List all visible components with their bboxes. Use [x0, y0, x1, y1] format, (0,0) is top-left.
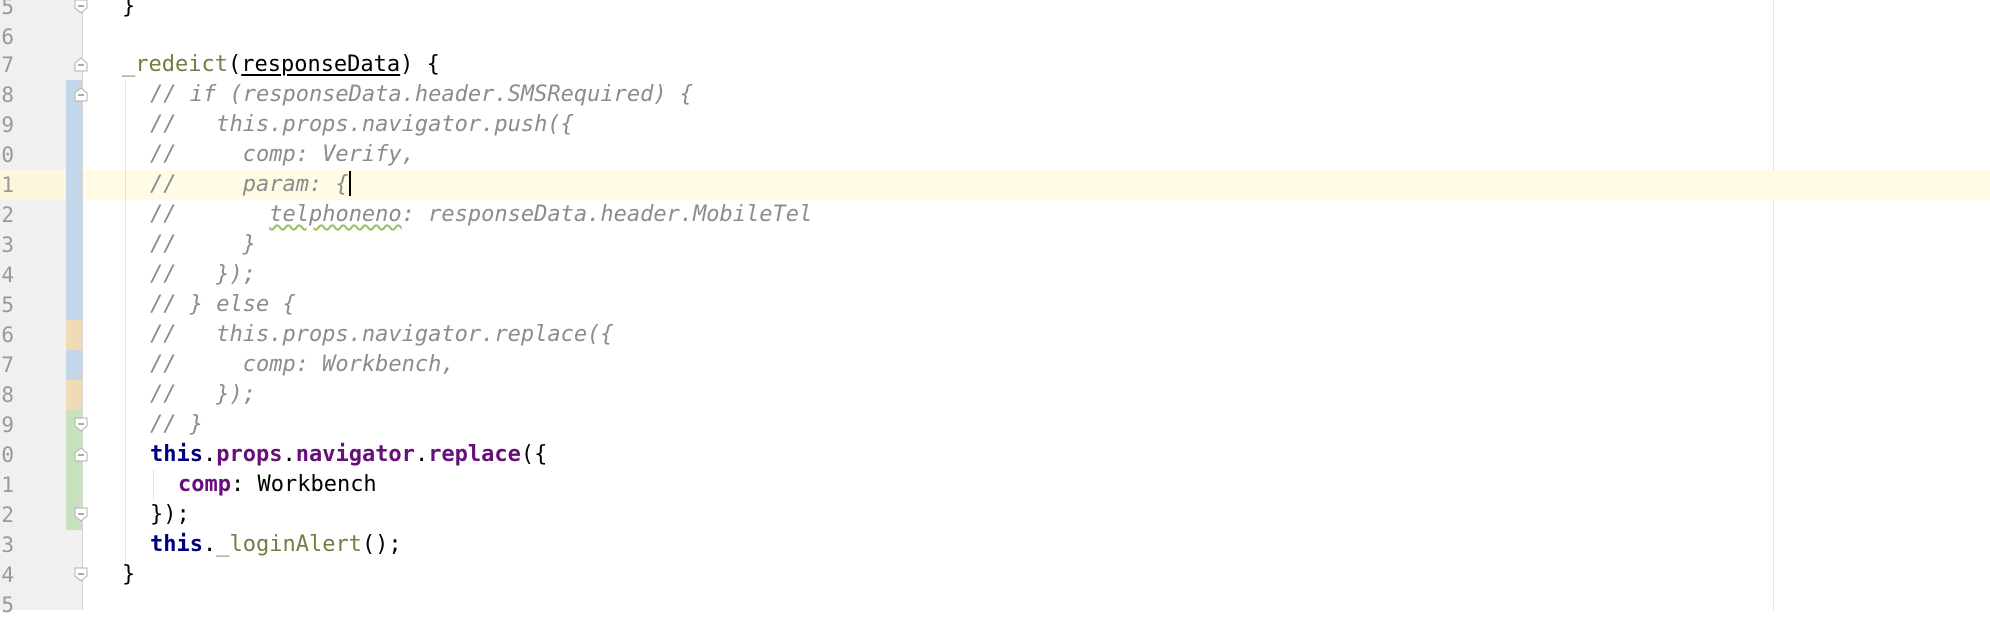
change-marker-modified[interactable]	[66, 170, 82, 200]
line-number: 5	[1, 593, 14, 617]
fold-start-icon[interactable]	[74, 447, 88, 462]
line-number: 6	[1, 323, 14, 347]
code-line: 8 // });	[0, 380, 1990, 410]
parameter-name: responseData	[241, 52, 401, 77]
comment-text: // }	[150, 232, 256, 257]
method-call: _loginAlert	[216, 532, 362, 557]
line-number: 4	[1, 263, 14, 287]
comment-text: // comp: Workbench,	[150, 352, 455, 377]
code-line: 6 // this.props.navigator.replace({	[0, 320, 1990, 350]
line-number: 6	[1, 25, 14, 49]
line-number: 4	[1, 563, 14, 587]
comment-text: // this.props.navigator.replace({	[150, 322, 614, 347]
code-line: 1 comp: Workbench	[0, 470, 1990, 500]
line-number: 9	[1, 413, 14, 437]
code-text: comp: Workbench	[178, 472, 377, 497]
code-text: this._loginAlert();	[150, 532, 402, 557]
code-text: _redeict(responseData) {	[122, 52, 440, 77]
fold-end-icon[interactable]	[74, 417, 88, 432]
comment-text: // }	[150, 412, 203, 437]
line-number: 5	[1, 0, 14, 19]
line-number: 8	[1, 83, 14, 107]
code-line: 0 // comp: Verify,	[0, 140, 1990, 170]
comment-text: // if (responseData.header.SMSRequired) …	[150, 82, 694, 107]
comment-text: // comp: Verify,	[150, 142, 415, 167]
code-line: 5 }	[0, 0, 1990, 22]
line-number: 3	[1, 533, 14, 557]
line-number: 1	[1, 173, 14, 197]
code-line: 9 // }	[0, 410, 1990, 440]
code-line: 5	[0, 590, 1990, 620]
code-line: 4 // });	[0, 260, 1990, 290]
code-line-current: 1 // param: {	[0, 170, 1990, 200]
change-marker-tan[interactable]	[66, 320, 82, 350]
change-marker-modified[interactable]	[66, 110, 82, 140]
comment-text: // });	[150, 262, 256, 287]
line-number: 7	[1, 353, 14, 377]
change-marker-modified[interactable]	[66, 200, 82, 230]
code-line: 9 // this.props.navigator.push({	[0, 110, 1990, 140]
line-number: 5	[1, 293, 14, 317]
change-marker-added[interactable]	[66, 470, 82, 500]
line-number: 2	[1, 203, 14, 227]
line-number: 9	[1, 113, 14, 137]
code-line: 7 _redeict(responseData) {	[0, 50, 1990, 80]
code-text: }	[122, 0, 136, 19]
code-line: 3 // }	[0, 230, 1990, 260]
code-line: 7 // comp: Workbench,	[0, 350, 1990, 380]
method-name: _redeict	[122, 52, 228, 77]
code-line: 8 // if (responseData.header.SMSRequired…	[0, 80, 1990, 110]
line-number: 0	[1, 143, 14, 167]
code-text: this.props.navigator.replace({	[150, 442, 548, 467]
line-number: 7	[1, 53, 14, 77]
comment-text: // telphoneno: responseData.header.Mobil…	[150, 202, 813, 227]
comment-text: // this.props.navigator.push({	[150, 112, 574, 137]
line-number: 1	[1, 473, 14, 497]
line-number: 2	[1, 503, 14, 527]
change-marker-modified[interactable]	[66, 350, 82, 380]
fold-start-icon[interactable]	[74, 87, 88, 102]
change-marker-modified[interactable]	[66, 230, 82, 260]
fold-start-icon[interactable]	[74, 57, 88, 72]
keyword-this: this	[150, 442, 203, 467]
change-marker-modified[interactable]	[66, 260, 82, 290]
text-caret	[348, 171, 351, 196]
change-marker-modified[interactable]	[66, 140, 82, 170]
comment-text: // });	[150, 382, 256, 407]
comment-text-line: // param: {	[150, 171, 351, 197]
code-text: }	[122, 562, 136, 587]
keyword-this: this	[150, 532, 203, 557]
fold-end-icon[interactable]	[74, 567, 88, 582]
code-line: 5 // } else {	[0, 290, 1990, 320]
code-line: 3 this._loginAlert();	[0, 530, 1990, 560]
line-number: 3	[1, 233, 14, 257]
code-line: 2 });	[0, 500, 1990, 530]
line-number: 8	[1, 383, 14, 407]
code-line: 0 this.props.navigator.replace({	[0, 440, 1990, 470]
spelling-warning-word[interactable]: telphoneno	[269, 202, 401, 227]
code-line: 2 // telphoneno: responseData.header.Mob…	[0, 200, 1990, 230]
fold-end-icon[interactable]	[74, 507, 88, 522]
object-key: comp	[178, 472, 231, 497]
line-number: 0	[1, 443, 14, 467]
fold-end-icon[interactable]	[74, 0, 88, 14]
change-marker-modified[interactable]	[66, 290, 82, 320]
comment-text: // } else {	[150, 292, 296, 317]
change-marker-tan[interactable]	[66, 380, 82, 410]
code-line: 6	[0, 22, 1990, 52]
code-text: });	[150, 502, 190, 527]
code-line: 4 }	[0, 560, 1990, 590]
